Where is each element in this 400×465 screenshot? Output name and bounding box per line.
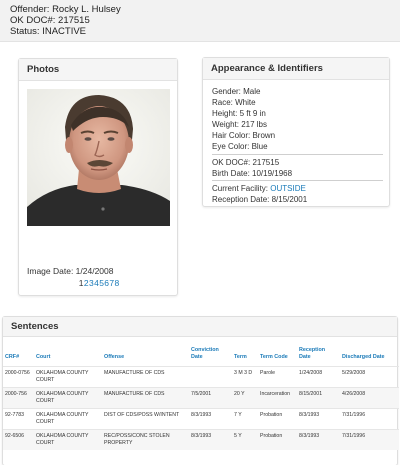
height: Height: 5 ft 9 in (212, 109, 266, 118)
cell-crf: 2000-756 (3, 387, 34, 409)
appearance-card: Appearance & Identifiers Gender: Male Ra… (202, 57, 390, 207)
cell-crf: 92-7783 (3, 408, 34, 430)
page-link-8[interactable]: 8 (114, 278, 120, 288)
table-header-row: CRF# Court Offense Conviction Date Term … (3, 347, 399, 367)
table-row: 92-7783 OKLAHOMA COUNTY COURT DIST OF CD… (3, 408, 399, 430)
offender-header: Offender: Rocky L. Hulsey OK DOC#: 21751… (0, 0, 400, 42)
cell-term: 20 Y (232, 387, 258, 409)
cell-term: 7 Y (232, 408, 258, 430)
appearance-title: Appearance & Identifiers (203, 58, 389, 80)
cell-court: OKLAHOMA COUNTY COURT (34, 429, 102, 450)
cell-court: OKLAHOMA COUNTY COURT (34, 387, 102, 409)
offender-name: Offender: Rocky L. Hulsey (10, 4, 121, 15)
divider (212, 180, 383, 181)
birth-date: Birth Date: 10/19/1968 (212, 169, 293, 178)
cell-offense: MANUFACTURE OF CDS (102, 387, 189, 409)
offender-status: Status: INACTIVE (10, 26, 87, 37)
mugshot-image (27, 89, 170, 226)
cell-conviction-date: 8/3/1993 (189, 408, 232, 430)
divider (212, 154, 383, 155)
cell-reception-date: 8/3/1993 (297, 408, 340, 430)
page-link-2[interactable]: 2 (84, 278, 89, 288)
cell-term-code: Probation (258, 429, 297, 450)
cell-reception-date: 8/15/2001 (297, 387, 340, 409)
current-facility: Current Facility: OUTSIDE (212, 184, 306, 194)
eye-color: Eye Color: Blue (212, 142, 268, 151)
cell-term: 5 Y (232, 429, 258, 450)
cell-conviction-date (189, 366, 232, 388)
cell-term-code: Probation (258, 408, 297, 430)
col-header-crf[interactable]: CRF# (3, 347, 34, 367)
cell-court: OKLAHOMA COUNTY COURT (34, 408, 102, 430)
cell-court: OKLAHOMA COUNTY COURT (34, 366, 102, 388)
cell-offense: MANUFACTURE OF CDS (102, 366, 189, 388)
weight: Weight: 217 lbs (212, 120, 267, 129)
cell-conviction-date: 8/3/1993 (189, 429, 232, 450)
cell-term: 3 M 3 D (232, 366, 258, 388)
doc-number: OK DOC#: 217515 (212, 158, 280, 167)
cell-crf: 2000-0756 (3, 366, 34, 388)
hair-color: Hair Color: Brown (212, 131, 276, 140)
sentences-table: CRF# Court Offense Conviction Date Term … (3, 347, 399, 450)
offender-detail-page: Offender: Rocky L. Hulsey OK DOC#: 21751… (0, 0, 400, 465)
photos-title: Photos (19, 59, 177, 81)
col-header-term[interactable]: Term (232, 347, 258, 367)
cell-term-code: Parole (258, 366, 297, 388)
cell-discharged-date: 7/31/1996 (340, 429, 399, 450)
photos-card: Photos Image Date: 1/24/2008 12345678 (18, 58, 178, 296)
race: Race: White (212, 98, 256, 107)
reception-date: Reception Date: 8/15/2001 (212, 195, 308, 204)
cell-discharged-date: 7/31/1996 (340, 408, 399, 430)
sentences-card: Sentences CRF# Court Offense Conviction … (2, 316, 399, 465)
cell-crf: 92-6506 (3, 429, 34, 450)
col-header-discharged-date[interactable]: Discharged Date (340, 347, 399, 367)
col-header-reception-date[interactable]: Reception Date (297, 347, 340, 367)
col-header-conviction-date[interactable]: Conviction Date (189, 347, 232, 367)
image-date: Image Date: 1/24/2008 (27, 266, 114, 276)
table-row: 2000-756 OKLAHOMA COUNTY COURT MANUFACTU… (3, 387, 399, 409)
facility-label: Current Facility: (212, 184, 269, 193)
gender: Gender: Male (212, 87, 261, 96)
cell-discharged-date: 4/26/2008 (340, 387, 399, 409)
table-row: 2000-0756 OKLAHOMA COUNTY COURT MANUFACT… (3, 366, 399, 388)
col-header-offense[interactable]: Offense (102, 347, 189, 367)
cell-conviction-date: 7/5/2001 (189, 387, 232, 409)
col-header-court[interactable]: Court (34, 347, 102, 367)
cell-reception-date: 1/24/2008 (297, 366, 340, 388)
sentences-title: Sentences (3, 317, 397, 337)
cell-offense: REC/POSS/CONC STOLEN PROPERTY (102, 429, 189, 450)
cell-offense: DIST OF CDS/POSS W/INTENT (102, 408, 189, 430)
offender-doc-number: OK DOC#: 217515 (10, 15, 90, 26)
page-link-1[interactable]: 1 (79, 278, 84, 288)
table-row: 92-6506 OKLAHOMA COUNTY COURT REC/POSS/C… (3, 429, 399, 450)
photo-pager: 12345678 (19, 278, 179, 288)
mugshot-photo[interactable] (27, 89, 170, 226)
cell-term-code: Incarceration (258, 387, 297, 409)
col-header-term-code[interactable]: Term Code (258, 347, 297, 367)
cell-reception-date: 8/3/1993 (297, 429, 340, 450)
cell-discharged-date: 5/29/2008 (340, 366, 399, 388)
facility-link[interactable]: OUTSIDE (270, 184, 306, 193)
